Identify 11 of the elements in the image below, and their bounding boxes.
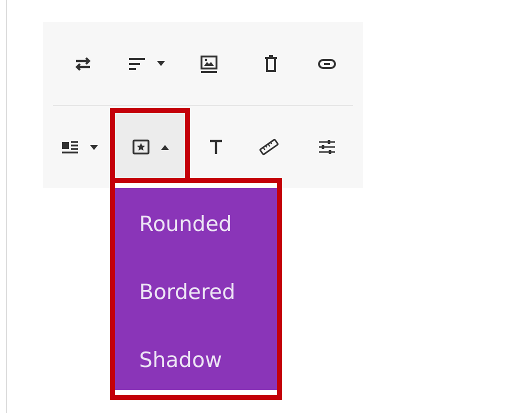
caret-icon [160,144,169,150]
toolbar-button[interactable] [114,113,185,181]
menu-item[interactable]: Shadow [115,338,278,382]
caret-icon [157,61,166,66]
caret-icon [90,144,98,150]
ruler-icon [259,137,280,157]
menu-item[interactable]: Rounded [115,202,278,270]
settings-sliders-icon [316,137,337,157]
image-icon [199,54,220,74]
star-frame-icon [130,137,151,157]
menu-item[interactable]: Bordered [115,270,278,338]
